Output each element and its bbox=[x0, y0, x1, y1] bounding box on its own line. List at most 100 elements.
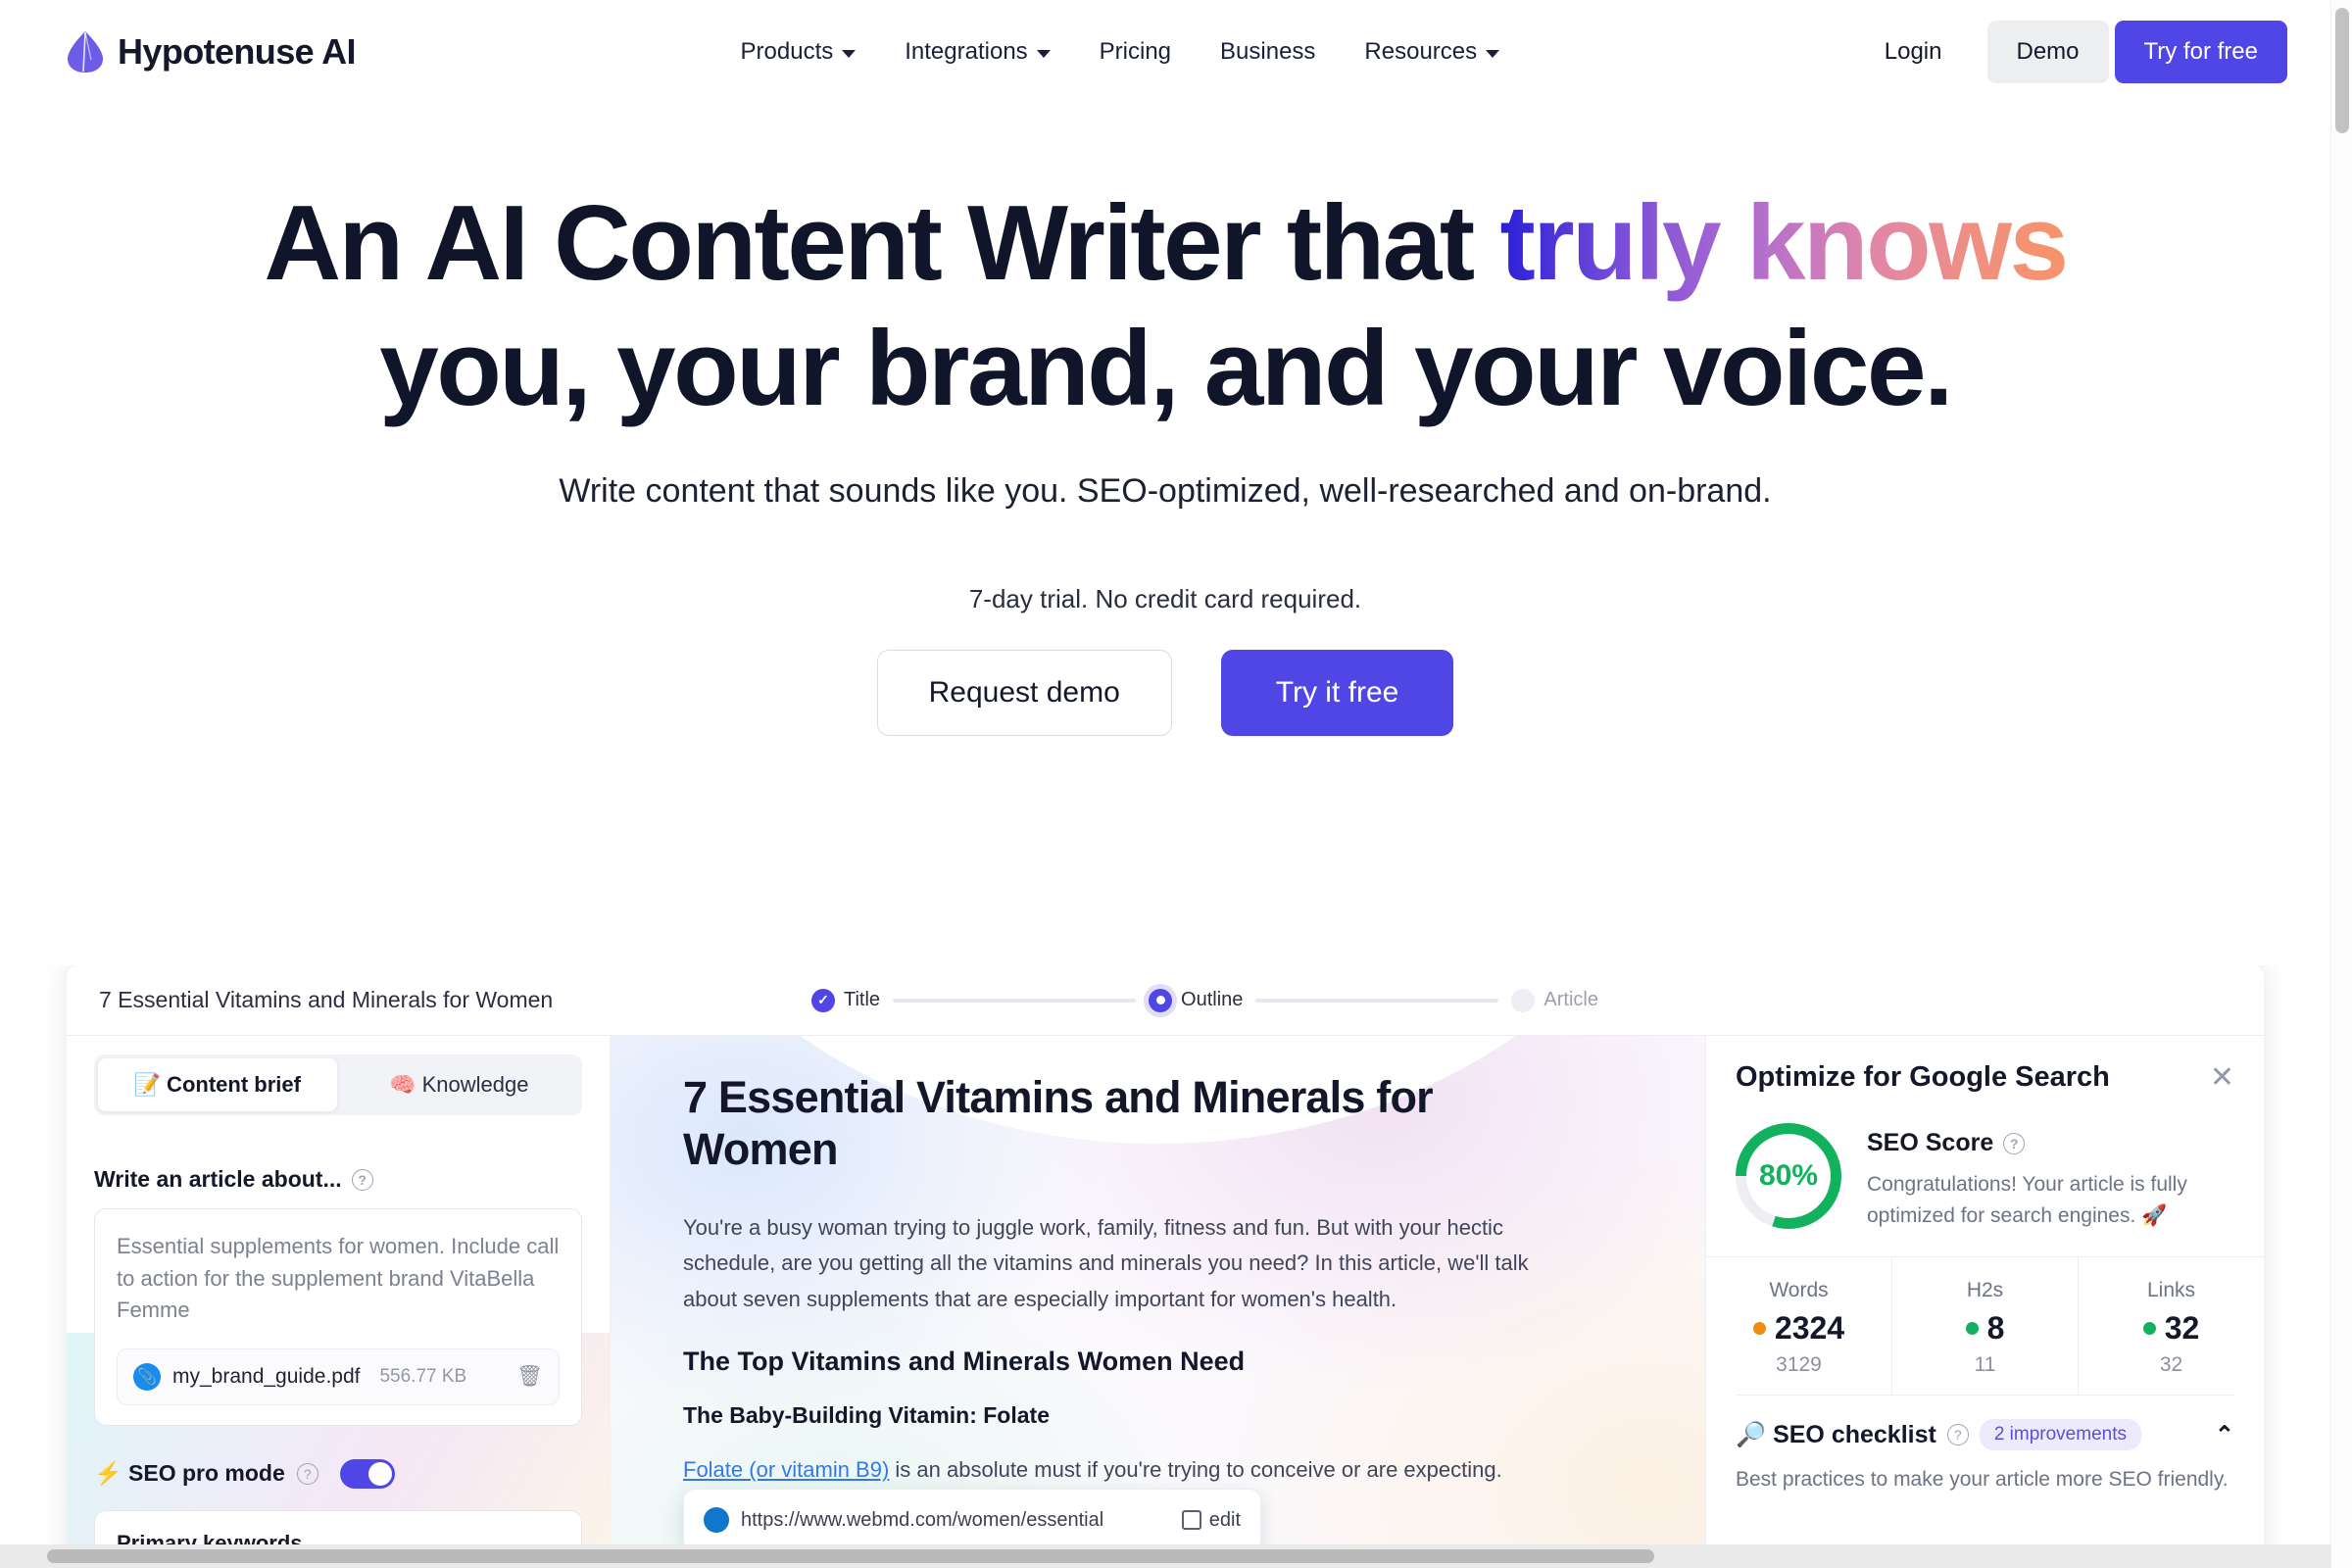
write-article-label-row: Write an article about... ? bbox=[94, 1166, 582, 1193]
stat-links-value: 32 bbox=[2164, 1310, 2200, 1346]
demo-button[interactable]: Demo bbox=[1986, 20, 2109, 83]
seo-checklist-description: Best practices to make your article more… bbox=[1736, 1468, 2229, 1491]
brand-name: Hypotenuse AI bbox=[118, 30, 357, 72]
paperclip-icon: 📎 bbox=[133, 1362, 161, 1391]
nav-links: Products Integrations Pricing Business R… bbox=[741, 38, 1500, 66]
stepper-step-title[interactable]: ✓ Title bbox=[811, 988, 880, 1012]
status-bullet-icon bbox=[1752, 1322, 1766, 1335]
help-icon[interactable]: ? bbox=[1946, 1424, 1969, 1446]
popover-url-text: https://www.webmd.com/women/essential bbox=[741, 1508, 1104, 1531]
seo-pro-mode-label: ⚡ SEO pro mode bbox=[94, 1460, 285, 1487]
nav-item-pricing[interactable]: Pricing bbox=[1100, 38, 1171, 66]
stepper-step-outline-label: Outline bbox=[1181, 989, 1244, 1010]
stat-links-target: 32 bbox=[2159, 1353, 2183, 1376]
stat-h2s-value-row: 8 bbox=[1892, 1310, 2078, 1347]
stepper-divider bbox=[893, 998, 1137, 1003]
article-heading-h3[interactable]: The Baby-Building Vitamin: Folate bbox=[683, 1402, 1642, 1429]
stat-words-value: 2324 bbox=[1774, 1310, 1845, 1346]
app-preview-section: 7 Essential Vitamins and Minerals for Wo… bbox=[0, 965, 2330, 1568]
app-topbar: 7 Essential Vitamins and Minerals for Wo… bbox=[67, 965, 2264, 1036]
nav-item-business-label: Business bbox=[1220, 37, 1316, 65]
hero-trial-note: 7-day trial. No credit card required. bbox=[968, 584, 1362, 614]
seo-checklist-header[interactable]: 🔎 SEO checklist ? 2 improvements ⌃ bbox=[1736, 1419, 2234, 1450]
trash-icon[interactable]: 🗑 bbox=[516, 1365, 543, 1389]
brand-logo-link[interactable]: Hypotenuse AI bbox=[67, 30, 357, 74]
login-link[interactable]: Login bbox=[1885, 38, 1942, 66]
try-for-free-button[interactable]: Try for free bbox=[2114, 20, 2287, 83]
content-brief-input[interactable]: Essential supplements for women. Include… bbox=[94, 1208, 582, 1426]
workflow-stepper: ✓ Title Outline Article bbox=[811, 988, 1598, 1012]
nav-item-integrations[interactable]: Integrations bbox=[905, 37, 1051, 66]
app-window: 7 Essential Vitamins and Minerals for Wo… bbox=[67, 965, 2264, 1568]
article-heading-h2[interactable]: The Top Vitamins and Minerals Women Need bbox=[683, 1347, 1642, 1377]
active-step-dot-icon bbox=[1149, 988, 1173, 1012]
link-edit-popover: https://www.webmd.com/women/essential ed… bbox=[683, 1489, 1261, 1551]
document-title: 7 Essential Vitamins and Minerals for Wo… bbox=[99, 987, 554, 1012]
stepper-step-article-label: Article bbox=[1544, 989, 1598, 1010]
nav-item-integrations-label: Integrations bbox=[905, 37, 1028, 65]
nav-item-business[interactable]: Business bbox=[1220, 38, 1315, 66]
stat-h2s-target: 11 bbox=[1974, 1353, 1996, 1376]
stepper-step-article[interactable]: Article bbox=[1511, 988, 1598, 1012]
stat-h2s-label: H2s bbox=[1966, 1279, 2004, 1301]
page-title: An AI Content Writer that truly knows yo… bbox=[0, 181, 2330, 431]
seo-checklist-section: 🔎 SEO checklist ? 2 improvements ⌃ Best … bbox=[1736, 1395, 2234, 1495]
stepper-step-outline[interactable]: Outline bbox=[1149, 988, 1244, 1012]
content-brief-text: Essential supplements for women. Include… bbox=[117, 1234, 560, 1323]
edit-icon bbox=[1181, 1510, 1201, 1530]
tab-knowledge[interactable]: 🧠 Knowledge bbox=[340, 1058, 579, 1111]
help-icon[interactable]: ? bbox=[296, 1462, 318, 1485]
chevron-up-icon[interactable]: ⌃ bbox=[2215, 1421, 2234, 1449]
vertical-scrollbar[interactable] bbox=[2330, 0, 2352, 1568]
help-icon[interactable]: ? bbox=[351, 1168, 373, 1191]
check-icon: ✓ bbox=[811, 988, 835, 1012]
popover-edit-button[interactable]: edit bbox=[1181, 1508, 1241, 1532]
article-title[interactable]: 7 Essential Vitamins and Minerals for Wo… bbox=[683, 1071, 1477, 1175]
seo-panel-header: Optimize for Google Search ✕ bbox=[1736, 1061, 2234, 1094]
seo-optimize-panel: Optimize for Google Search ✕ 80% SEO Sco… bbox=[1705, 1036, 2264, 1568]
stat-h2s-value: 8 bbox=[1986, 1310, 2005, 1346]
globe-icon bbox=[704, 1507, 729, 1533]
stat-words-label: Words bbox=[1769, 1279, 1829, 1301]
horizontal-scrollbar[interactable] bbox=[0, 1544, 2330, 1568]
popover-edit-label: edit bbox=[1208, 1508, 1241, 1531]
seo-pro-mode-row: ⚡ SEO pro mode ? bbox=[94, 1458, 582, 1489]
seo-score-percent: 80% bbox=[1758, 1159, 1819, 1192]
stat-links-value-row: 32 bbox=[2079, 1310, 2264, 1347]
seo-score-ring: 80% bbox=[1736, 1123, 1841, 1229]
article-inline-link[interactable]: Folate (or vitamin B9) bbox=[683, 1457, 889, 1482]
request-demo-button[interactable]: Request demo bbox=[876, 650, 1172, 737]
nav-item-products-label: Products bbox=[740, 37, 834, 65]
stat-words: Words 2324 3129 bbox=[1706, 1257, 1892, 1395]
improvements-badge: 2 improvements bbox=[1979, 1419, 2141, 1450]
stat-h2s: H2s 8 11 bbox=[1892, 1257, 2079, 1395]
attached-file-row: 📎 my_brand_guide.pdf 556.77 KB 🗑 bbox=[117, 1348, 560, 1405]
vertical-scrollbar-thumb[interactable] bbox=[2335, 8, 2349, 133]
seo-score-row: 80% SEO Score ? Congratulations! Your ar… bbox=[1736, 1123, 2234, 1231]
app-body: 📝 Content brief 🧠 Knowledge Write an art… bbox=[67, 1036, 2264, 1568]
attached-file-name: my_brand_guide.pdf bbox=[172, 1364, 361, 1388]
status-bullet-icon bbox=[2142, 1322, 2156, 1335]
stepper-divider bbox=[1255, 998, 1499, 1003]
seo-score-label: SEO Score bbox=[1867, 1129, 1994, 1156]
top-navigation-bar: Hypotenuse AI Products Integrations Pric… bbox=[0, 0, 2330, 103]
seo-panel-title: Optimize for Google Search bbox=[1736, 1061, 2110, 1093]
write-article-label: Write an article about... bbox=[94, 1166, 342, 1192]
nav-item-resources[interactable]: Resources bbox=[1364, 38, 1500, 66]
stat-links: Links 32 32 bbox=[2079, 1257, 2264, 1395]
seo-pro-mode-toggle[interactable] bbox=[339, 1458, 395, 1489]
chevron-down-icon bbox=[1486, 49, 1500, 58]
seo-score-label-row: SEO Score ? bbox=[1867, 1129, 2234, 1157]
stat-words-target: 3129 bbox=[1776, 1353, 1822, 1376]
article-intro-paragraph[interactable]: You're a busy woman trying to juggle wor… bbox=[683, 1210, 1545, 1317]
seo-checklist-title: 🔎 SEO checklist bbox=[1736, 1420, 1936, 1448]
hypotenuse-leaf-logo-icon bbox=[67, 30, 104, 74]
attached-file-size: 556.77 KB bbox=[379, 1365, 467, 1387]
help-icon[interactable]: ? bbox=[2003, 1132, 2026, 1154]
nav-item-products[interactable]: Products bbox=[741, 38, 857, 66]
close-icon[interactable]: ✕ bbox=[2210, 1062, 2234, 1093]
try-it-free-button[interactable]: Try it free bbox=[1220, 650, 1454, 737]
horizontal-scrollbar-thumb[interactable] bbox=[47, 1549, 1654, 1563]
seo-score-description: Congratulations! Your article is fully o… bbox=[1867, 1173, 2187, 1227]
tab-content-brief[interactable]: 📝 Content brief bbox=[98, 1058, 337, 1111]
